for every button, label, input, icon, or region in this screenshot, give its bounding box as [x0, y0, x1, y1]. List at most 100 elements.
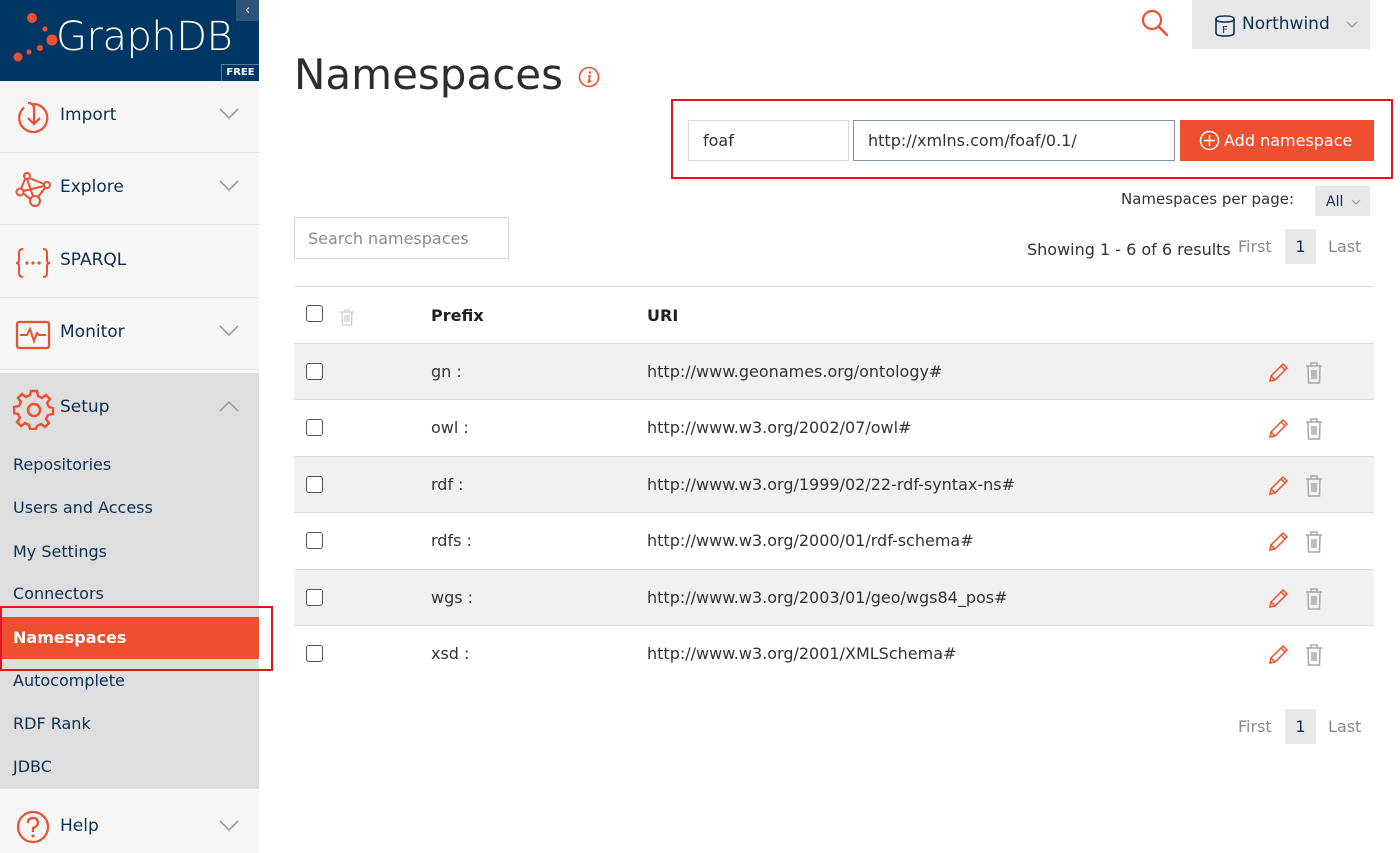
svg-text:F: F	[1222, 25, 1228, 36]
sidebar-item-label: SPARQL	[60, 250, 127, 270]
sidebar-item-explore[interactable]: Explore	[0, 153, 259, 225]
row-uri: http://www.w3.org/1999/02/22-rdf-syntax-…	[647, 474, 1015, 494]
sidebar-item-setup[interactable]: Setup	[0, 373, 259, 445]
plus-circle-icon	[1199, 130, 1220, 151]
sidebar-item-sparql[interactable]: SPARQL	[0, 226, 259, 298]
edit-icon[interactable]	[1266, 643, 1290, 667]
row-checkbox[interactable]	[306, 645, 323, 662]
row-uri: http://www.w3.org/2000/01/rdf-schema#	[647, 531, 974, 551]
table-header: Prefix URI	[294, 286, 1374, 343]
sidebar-item-label: Import	[60, 105, 117, 125]
edit-icon[interactable]	[1266, 361, 1290, 385]
row-uri: http://www.geonames.org/ontology#	[647, 362, 943, 381]
add-namespace-label: Add namespace	[1224, 131, 1353, 150]
select-all-checkbox[interactable]	[306, 305, 323, 322]
pagination-page-1-bottom[interactable]: 1	[1285, 709, 1316, 744]
chevron-down-icon	[219, 325, 239, 337]
sidebar-item-label: Setup	[60, 397, 110, 417]
table-row: owl : http://www.w3.org/2002/07/owl#	[294, 399, 1374, 455]
edit-icon[interactable]	[1266, 474, 1290, 498]
sidebar-subitem-autocomplete[interactable]: Autocomplete	[13, 671, 125, 690]
edit-icon[interactable]	[1266, 587, 1290, 611]
row-prefix: rdfs :	[431, 531, 472, 551]
graphdb-logo-icon	[13, 13, 58, 62]
chevron-down-icon	[1346, 21, 1358, 28]
sidebar-subitem-connectors[interactable]: Connectors	[13, 584, 104, 603]
explore-icon	[15, 172, 51, 207]
collapse-sidebar-button[interactable]: ‹	[236, 0, 259, 21]
brand-name: GraphDB	[56, 14, 233, 60]
row-checkbox[interactable]	[306, 419, 323, 437]
chevron-up-icon	[219, 400, 239, 412]
sidebar-subitem-rdf-rank[interactable]: RDF Rank	[13, 714, 91, 733]
page-title: Namespaces	[294, 50, 564, 99]
table-row: xsd : http://www.w3.org/2001/XMLSchema#	[294, 625, 1374, 681]
sidebar-subitem-my-settings[interactable]: My Settings	[13, 542, 107, 561]
row-prefix: owl :	[431, 418, 469, 438]
delete-selected-icon[interactable]	[339, 308, 355, 327]
repository-selector[interactable]: F Northwind	[1192, 0, 1370, 49]
prefix-input[interactable]	[688, 120, 849, 161]
per-page-select[interactable]: All	[1315, 186, 1370, 216]
row-prefix: wgs :	[431, 587, 474, 607]
sidebar-item-monitor[interactable]: Monitor	[0, 298, 259, 370]
help-icon	[16, 810, 50, 844]
import-icon	[18, 101, 49, 134]
edition-badge: FREE	[221, 64, 259, 81]
pagination-last[interactable]: Last	[1328, 237, 1361, 256]
sidebar-subitem-repositories[interactable]: Repositories	[13, 455, 111, 474]
row-uri: http://www.w3.org/2001/XMLSchema#	[647, 644, 957, 663]
chevron-down-icon	[1351, 199, 1361, 205]
pagination-first-bottom[interactable]: First	[1238, 717, 1272, 736]
sidebar-subitem-users-and-access[interactable]: Users and Access	[13, 498, 153, 517]
row-prefix: xsd :	[431, 644, 470, 663]
uri-input[interactable]	[853, 120, 1175, 161]
pagination-last-bottom[interactable]: Last	[1328, 717, 1361, 736]
pagination-page-1[interactable]: 1	[1285, 229, 1316, 264]
trash-icon[interactable]	[1304, 643, 1324, 667]
per-page-label: Namespaces per page:	[1121, 190, 1295, 208]
results-summary: Showing 1 - 6 of 6 results	[1027, 240, 1231, 259]
database-icon: F	[1215, 15, 1235, 37]
trash-icon[interactable]	[1304, 417, 1324, 441]
row-uri: http://www.w3.org/2002/07/owl#	[647, 418, 912, 438]
sidebar-subitem-label: Namespaces	[13, 628, 127, 647]
gear-icon	[13, 389, 55, 430]
monitor-icon	[15, 320, 51, 350]
table-row: gn : http://www.geonames.org/ontology#	[294, 343, 1374, 399]
column-header-prefix[interactable]: Prefix	[431, 306, 484, 325]
row-checkbox[interactable]	[306, 363, 323, 380]
repository-name: Northwind	[1242, 14, 1330, 34]
add-namespace-button[interactable]: Add namespace	[1180, 120, 1374, 161]
row-checkbox[interactable]	[306, 475, 323, 493]
sidebar-subitem-namespaces[interactable]: Namespaces	[0, 617, 259, 659]
sidebar-item-label: Help	[60, 816, 99, 836]
column-header-uri[interactable]: URI	[647, 306, 678, 325]
setup-section: Setup Repositories Users and Access My S…	[0, 373, 259, 789]
edit-icon[interactable]	[1266, 530, 1290, 554]
search-icon[interactable]	[1140, 8, 1170, 38]
row-uri: http://www.w3.org/2003/01/geo/wgs84_pos#	[647, 587, 1008, 607]
sidebar-item-label: Explore	[60, 177, 124, 197]
trash-icon[interactable]	[1304, 587, 1324, 611]
sidebar-item-help[interactable]: Help	[0, 789, 259, 853]
search-namespaces-input[interactable]	[294, 217, 509, 259]
row-checkbox[interactable]	[306, 588, 323, 606]
sidebar-subitem-jdbc[interactable]: JDBC	[13, 757, 52, 776]
chevron-down-icon	[219, 180, 239, 192]
trash-icon[interactable]	[1304, 474, 1324, 498]
pagination-first[interactable]: First	[1238, 237, 1272, 256]
trash-icon[interactable]	[1304, 361, 1324, 385]
sidebar: GraphDB ‹ FREE Import Explore SPARQL Mon…	[0, 0, 259, 853]
info-icon[interactable]	[578, 66, 600, 88]
row-checkbox[interactable]	[306, 532, 323, 550]
trash-icon[interactable]	[1304, 530, 1324, 554]
chevron-down-icon	[219, 820, 239, 832]
brand-header: GraphDB ‹ FREE	[0, 0, 259, 81]
sidebar-item-import[interactable]: Import	[0, 81, 259, 153]
sparql-icon	[15, 248, 51, 278]
table-row: rdf : http://www.w3.org/1999/02/22-rdf-sy…	[294, 455, 1374, 512]
edit-icon[interactable]	[1266, 417, 1290, 441]
table-row: wgs : http://www.w3.org/2003/01/geo/wgs84…	[294, 568, 1374, 625]
row-prefix: rdf :	[431, 474, 464, 494]
